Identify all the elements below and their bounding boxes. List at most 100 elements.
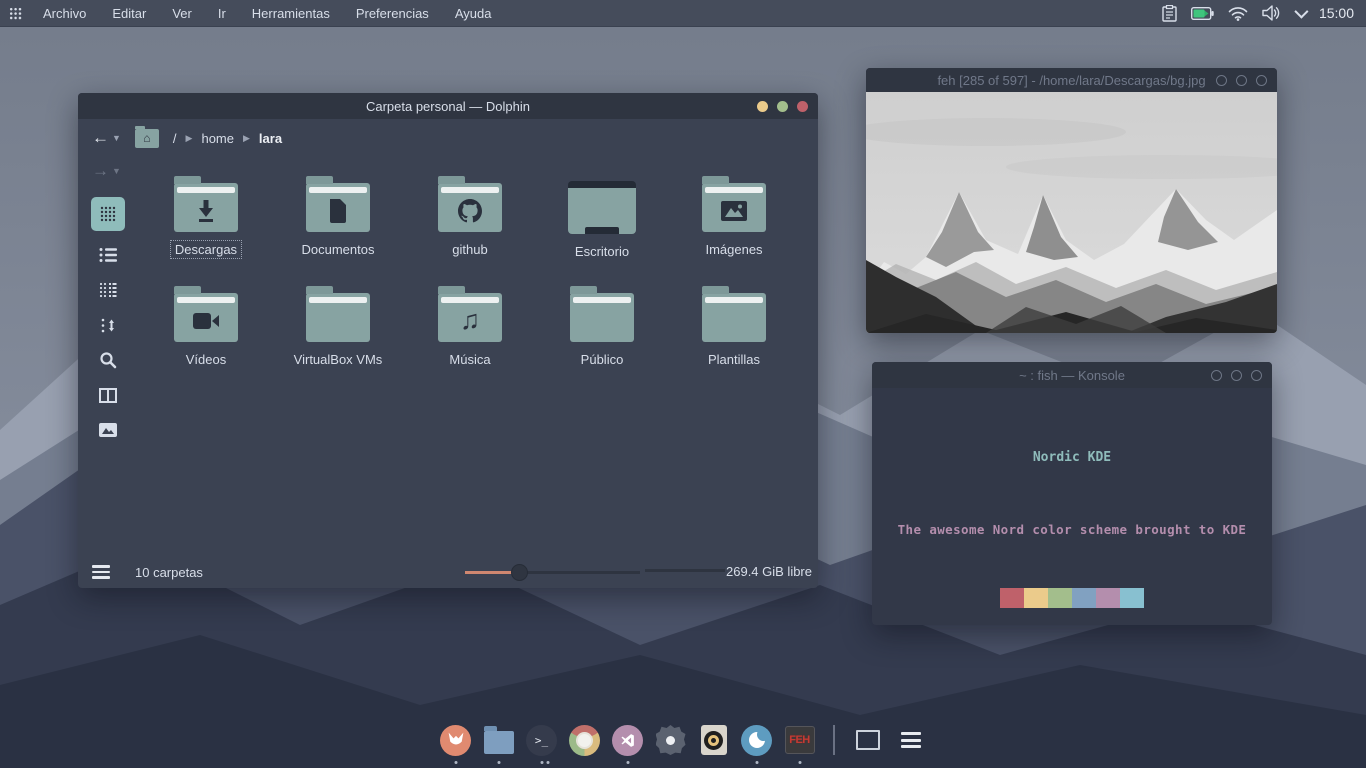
konsole-launcher[interactable]: >_	[526, 724, 558, 756]
feh-window: feh [285 of 597] - /home/lara/Descargas/…	[866, 68, 1277, 333]
swatch-red	[1000, 588, 1024, 608]
close-button[interactable]	[1251, 370, 1262, 381]
folder-item-imagenes[interactable]: Imágenes	[668, 171, 800, 281]
swatch-blue	[1072, 588, 1096, 608]
file-manager-launcher[interactable]	[483, 724, 515, 756]
plain-folder-icon	[306, 293, 370, 342]
dolphin-titlebar[interactable]: Carpeta personal — Dolphin	[78, 93, 818, 119]
folder-label: Música	[445, 351, 494, 368]
vscode-launcher[interactable]	[612, 724, 644, 756]
close-button[interactable]	[1256, 75, 1267, 86]
forward-history-caret-icon[interactable]: ▼	[112, 166, 121, 176]
menu-editar[interactable]: Editar	[99, 0, 159, 27]
feh-icon: FEH	[785, 726, 815, 754]
volume-icon[interactable]	[1262, 5, 1281, 21]
konsole-titlebar[interactable]: ~ : fish — Konsole	[872, 362, 1272, 388]
close-button[interactable]	[797, 101, 808, 112]
details-view-button[interactable]	[97, 279, 119, 301]
folder-item-musica[interactable]: ♫ Música	[404, 281, 536, 391]
chat-app-launcher[interactable]	[741, 724, 773, 756]
menu-ayuda[interactable]: Ayuda	[442, 0, 505, 27]
folder-label: Descargas	[171, 241, 241, 258]
breadcrumb-home[interactable]: home	[201, 131, 234, 146]
statusbar-menu-icon[interactable]	[92, 565, 110, 579]
file-manager-icon	[484, 731, 514, 754]
konsole-window: ~ : fish — Konsole Nordic KDE The awesom…	[872, 362, 1272, 625]
maximize-button[interactable]	[1231, 370, 1242, 381]
chevron-down-icon[interactable]	[1294, 5, 1308, 19]
maximize-button[interactable]	[1236, 75, 1247, 86]
firefox-launcher[interactable]	[440, 724, 472, 756]
breadcrumb-root[interactable]: /	[173, 131, 177, 146]
media-player-launcher[interactable]	[698, 724, 730, 756]
feh-launcher[interactable]: FEH	[784, 724, 816, 756]
breadcrumb-separator-icon: ▶	[243, 133, 250, 144]
menu-ver[interactable]: Ver	[159, 0, 205, 27]
show-desktop-icon	[856, 730, 880, 750]
feh-titlebar[interactable]: feh [285 of 597] - /home/lara/Descargas/…	[866, 68, 1277, 92]
breadcrumb-lara[interactable]: lara	[259, 131, 282, 146]
dolphin-toolbar: ← ▼ ⌂ / ▶ home ▶ lara	[78, 119, 818, 157]
folder-item-descargas[interactable]: Descargas	[140, 171, 272, 281]
maximize-button[interactable]	[777, 101, 788, 112]
swatch-green	[1048, 588, 1072, 608]
forward-button[interactable]: →	[92, 161, 109, 181]
music-folder-icon: ♫	[438, 293, 502, 342]
disk-usage-bar	[645, 569, 725, 572]
settings-launcher[interactable]	[655, 724, 687, 756]
search-button[interactable]	[97, 349, 119, 371]
folder-label: Plantillas	[704, 351, 764, 368]
swatch-purple	[1096, 588, 1120, 608]
battery-icon[interactable]	[1191, 7, 1214, 20]
documents-folder-icon	[306, 183, 370, 232]
dock-menu-button[interactable]	[895, 724, 927, 756]
folder-item-publico[interactable]: Público	[536, 281, 668, 391]
chat-app-icon	[741, 725, 772, 756]
back-history-caret-icon[interactable]: ▼	[112, 133, 121, 143]
menu-archivo[interactable]: Archivo	[30, 0, 99, 27]
zoom-slider-knob[interactable]	[511, 564, 528, 581]
terminal-output[interactable]: Nordic KDE The awesome Nord color scheme…	[872, 388, 1272, 625]
folder-item-escritorio[interactable]: Escritorio	[536, 171, 668, 281]
split-view-button[interactable]	[97, 384, 119, 406]
menu-ir[interactable]: Ir	[205, 0, 239, 27]
video-camera-icon	[192, 311, 220, 331]
chromium-launcher[interactable]	[569, 724, 601, 756]
folder-label: Imágenes	[701, 241, 766, 258]
clipboard-icon[interactable]	[1162, 5, 1177, 22]
list-view-button[interactable]	[97, 244, 119, 266]
back-button[interactable]: ←	[92, 128, 109, 148]
terminal-subtitle: The awesome Nord color scheme brought to…	[872, 522, 1272, 537]
folder-label: VirtualBox VMs	[290, 351, 387, 368]
sort-button[interactable]	[97, 314, 119, 336]
desktop-icon	[568, 181, 636, 234]
folder-label: Vídeos	[182, 351, 230, 368]
home-breadcrumb-button[interactable]: ⌂	[135, 129, 159, 148]
folder-item-videos[interactable]: Vídeos	[140, 281, 272, 391]
wifi-icon[interactable]	[1228, 6, 1248, 21]
firefox-icon	[440, 725, 471, 756]
plain-folder-icon	[570, 293, 634, 342]
folder-item-virtualbox[interactable]: VirtualBox VMs	[272, 281, 404, 391]
minimize-button[interactable]	[1211, 370, 1222, 381]
folder-item-documentos[interactable]: Documentos	[272, 171, 404, 281]
menu-preferencias[interactable]: Preferencias	[343, 0, 442, 27]
minimize-button[interactable]	[1216, 75, 1227, 86]
folder-label: Público	[577, 351, 628, 368]
app-launcher-button[interactable]	[0, 0, 30, 27]
plain-folder-icon	[702, 293, 766, 342]
folder-item-github[interactable]: github	[404, 171, 536, 281]
menu-herramientas[interactable]: Herramientas	[239, 0, 343, 27]
folder-label: github	[448, 241, 491, 258]
icons-view-button[interactable]	[91, 197, 125, 231]
clock[interactable]: 15:00	[1319, 5, 1354, 21]
show-desktop-button[interactable]	[852, 724, 884, 756]
zoom-slider[interactable]	[465, 564, 640, 580]
preview-button[interactable]	[97, 419, 119, 441]
download-icon	[193, 198, 219, 224]
minimize-button[interactable]	[757, 101, 768, 112]
folder-item-plantillas[interactable]: Plantillas	[668, 281, 800, 391]
swatch-cyan	[1120, 588, 1144, 608]
videos-folder-icon	[174, 293, 238, 342]
document-icon	[327, 198, 349, 224]
